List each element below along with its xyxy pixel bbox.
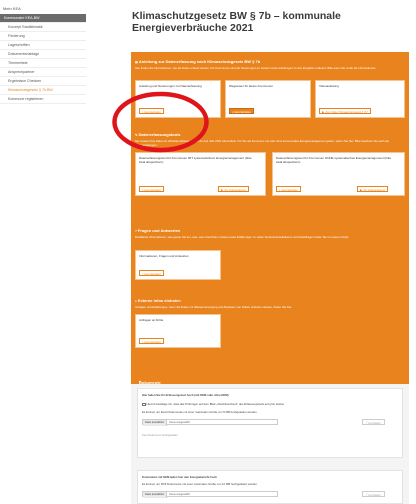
video-button[interactable]: ▶Zum Video "Klimaschutzgesetz § 7b" bbox=[319, 108, 371, 114]
section-tools-text: Sie müssen Ihre Daten im offiziellen Erf… bbox=[135, 139, 389, 147]
page-title: Klimaschutzgesetz BW § 7b – kommunale En… bbox=[132, 10, 341, 34]
download-wegweiser-button[interactable]: ⤓Herunterladen bbox=[229, 108, 254, 114]
file-picker-tool[interactable]: Datei auswählen Keine ausgewählt bbox=[142, 419, 278, 426]
sidebar-top-link[interactable]: Mein KEA bbox=[3, 6, 21, 11]
card-anleitung-title: Anleitung und Neuerungen zur Datenerfass… bbox=[139, 84, 202, 88]
section-tools-title: Datenerfassungstools bbox=[138, 132, 181, 137]
section-extern-title: Externe Infos einholen bbox=[137, 298, 181, 303]
download-faq-label: Herunterladen bbox=[144, 273, 161, 276]
card-tool-mit-kem: Datenerfassungstool für Kommunen MIT sys… bbox=[135, 152, 266, 196]
pencil-icon: ✎ bbox=[135, 133, 138, 137]
card-faq-title: Informationen, Fragen und Antworten bbox=[139, 254, 189, 258]
upload-box-tool: Hier laden Sie Ihr Erfassungstool hoch (… bbox=[137, 388, 403, 458]
question-icon: ? bbox=[135, 229, 137, 233]
play-icon: ▶ bbox=[360, 188, 363, 192]
section-tools-heading: ✎Datenerfassungstools bbox=[135, 132, 181, 137]
download-extern-label: Herunterladen bbox=[144, 341, 161, 344]
video-button-label: Zum Video "Klimaschutzgesetz § 7b" bbox=[325, 111, 368, 114]
section-faq-text: Detaillierte Informationen, was genau Si… bbox=[135, 235, 350, 239]
upload-tool-intro: Hier laden Sie Ihr Erfassungstool hoch (… bbox=[142, 393, 229, 397]
card-extern: Anfragen an Dritte ⤓Herunterladen bbox=[135, 314, 221, 348]
upload-tool-limit: Es können nur Excel Dokumente mit einer … bbox=[142, 410, 258, 414]
card-wegweiser: Wegweiser für kleine Kommunen ⤓Herunterl… bbox=[225, 80, 311, 118]
sidebar-item-klimaschutzgesetz[interactable]: Klimaschutzgesetz § 7b BW bbox=[0, 86, 86, 95]
sidebar-item-themenliste[interactable]: Themenliste bbox=[0, 59, 86, 68]
confirm-checkbox[interactable] bbox=[142, 402, 146, 407]
upload-report-button[interactable]: ⤒Hochladen bbox=[362, 491, 385, 497]
upload-report-limit: Es können nur PDF Dokumente mit einer ma… bbox=[142, 482, 258, 486]
info-panel: ▤Anleitung zur Datenerfassung nach Klima… bbox=[131, 52, 409, 384]
upload-tool-button[interactable]: ⤒Hochladen bbox=[362, 419, 385, 425]
no-file-label: Keine ausgewählt bbox=[169, 421, 190, 424]
play-icon: ▶ bbox=[221, 188, 224, 192]
section-extern-heading: ●Externe Infos einholen bbox=[135, 298, 181, 303]
upload-box-report: Kommunen mit KEM laden hier den Energieb… bbox=[137, 470, 403, 504]
no-file-label: Keine ausgewählt bbox=[169, 493, 190, 496]
download-wegweiser-label: Herunterladen bbox=[234, 111, 251, 114]
upload-report-intro: Kommunen mit KEM laden hier den Energieb… bbox=[142, 475, 217, 479]
card-video: Videoanleitung ▶Zum Video "Klimaschutzge… bbox=[315, 80, 405, 118]
section-anleitung-text: Hier finden Sie Informationen, wie die D… bbox=[135, 66, 377, 70]
download-extern-button[interactable]: ⤓Herunterladen bbox=[139, 338, 164, 344]
download-anleitung-label: Herunterladen bbox=[144, 111, 161, 114]
download-tool-mit-kem-button[interactable]: ⤓Herunterladen bbox=[139, 186, 164, 192]
upload-report-label: Hochladen bbox=[368, 494, 381, 497]
section-extern-text: Vorlagen und Erklärungen, wenn Sie Daten… bbox=[135, 305, 293, 309]
video-tool-mit-kem-button[interactable]: ▶Zur Videoanleitung bbox=[218, 186, 250, 192]
upload-tool-status: Kein Dokument hochgeladen bbox=[142, 433, 178, 437]
video-tool-ohne-kem-button[interactable]: ▶Zur Videoanleitung bbox=[357, 186, 389, 192]
card-anleitung: Anleitung und Neuerungen zur Datenerfass… bbox=[135, 80, 221, 118]
play-icon: ▶ bbox=[322, 110, 325, 114]
sidebar-item-registrieren[interactable]: Kommune registrieren bbox=[0, 95, 86, 104]
upload-panel: ⤒Dokumente hochladen Hier laden Sie Ihr … bbox=[131, 372, 409, 504]
sidebar: Mein KEA Kommunaler KEA-BW Konzept Stadt… bbox=[0, 0, 110, 504]
upload-tool-label: Hochladen bbox=[368, 422, 381, 425]
download-tool-ohne-kem-label: Herunterladen bbox=[281, 189, 298, 192]
sidebar-item-foerderung[interactable]: Förderung bbox=[0, 32, 86, 41]
confirm-checkbox-label: Hiermit bestätige ich, dass alle Prüfung… bbox=[146, 402, 285, 406]
sidebar-item-konzept[interactable]: Konzept Stadtklimatik bbox=[0, 23, 86, 32]
confirm-checkbox-row: Hiermit bestätige ich, dass alle Prüfung… bbox=[142, 402, 285, 407]
speech-bubble-icon: ● bbox=[135, 299, 137, 303]
sidebar-item-kommunaler-kea[interactable]: Kommunaler KEA-BW bbox=[0, 14, 86, 23]
sidebar-item-dokumentenablage[interactable]: Dokumentenablage bbox=[0, 50, 86, 59]
card-video-title: Videoanleitung bbox=[319, 84, 339, 88]
choose-file-button[interactable]: Datei auswählen bbox=[143, 420, 168, 426]
section-anleitung-heading: ▤Anleitung zur Datenerfassung nach Klima… bbox=[135, 59, 260, 64]
video-tool-ohne-kem-label: Zur Videoanleitung bbox=[363, 189, 386, 192]
document-icon: ▤ bbox=[135, 60, 138, 64]
card-faq: Informationen, Fragen und Antworten ⤓Her… bbox=[135, 250, 221, 280]
choose-file-button[interactable]: Datei auswählen bbox=[143, 492, 168, 498]
file-picker-report[interactable]: Datei auswählen Keine ausgewählt bbox=[142, 491, 278, 498]
sidebar-item-ergebnisse[interactable]: Ergebnisse Checken bbox=[0, 77, 86, 86]
download-anleitung-button[interactable]: ⤓Herunterladen bbox=[139, 108, 164, 114]
card-tool-mit-kem-title: Datenerfassungstool für Kommunen MIT sys… bbox=[139, 156, 252, 165]
card-tool-ohne-kem: Datenerfassungstool für Kommunen OHNE sy… bbox=[272, 152, 405, 196]
card-tool-ohne-kem-title: Datenerfassungstool für Kommunen OHNE sy… bbox=[276, 156, 392, 165]
section-anleitung-title: Anleitung zur Datenerfassung nach Klimas… bbox=[138, 59, 261, 64]
sidebar-nav: Kommunaler KEA-BW Konzept Stadtklimatik … bbox=[0, 14, 86, 104]
section-faq-title: Fragen und Antworten bbox=[137, 228, 181, 233]
section-faq-heading: ?Fragen und Antworten bbox=[135, 228, 180, 233]
upload-header: ⤒Dokumente hochladen bbox=[131, 372, 409, 390]
download-tool-mit-kem-label: Herunterladen bbox=[144, 189, 161, 192]
download-faq-button[interactable]: ⤓Herunterladen bbox=[139, 270, 164, 276]
card-extern-title: Anfragen an Dritte bbox=[139, 318, 164, 322]
sidebar-item-lageschriften[interactable]: Lageschriften bbox=[0, 41, 86, 50]
video-tool-mit-kem-label: Zur Videoanleitung bbox=[224, 189, 247, 192]
sidebar-item-ansprechpartner[interactable]: Ansprechpartner bbox=[0, 68, 86, 77]
card-wegweiser-title: Wegweiser für kleine Kommunen bbox=[229, 84, 273, 88]
download-tool-ohne-kem-button[interactable]: ⤓Herunterladen bbox=[276, 186, 301, 192]
